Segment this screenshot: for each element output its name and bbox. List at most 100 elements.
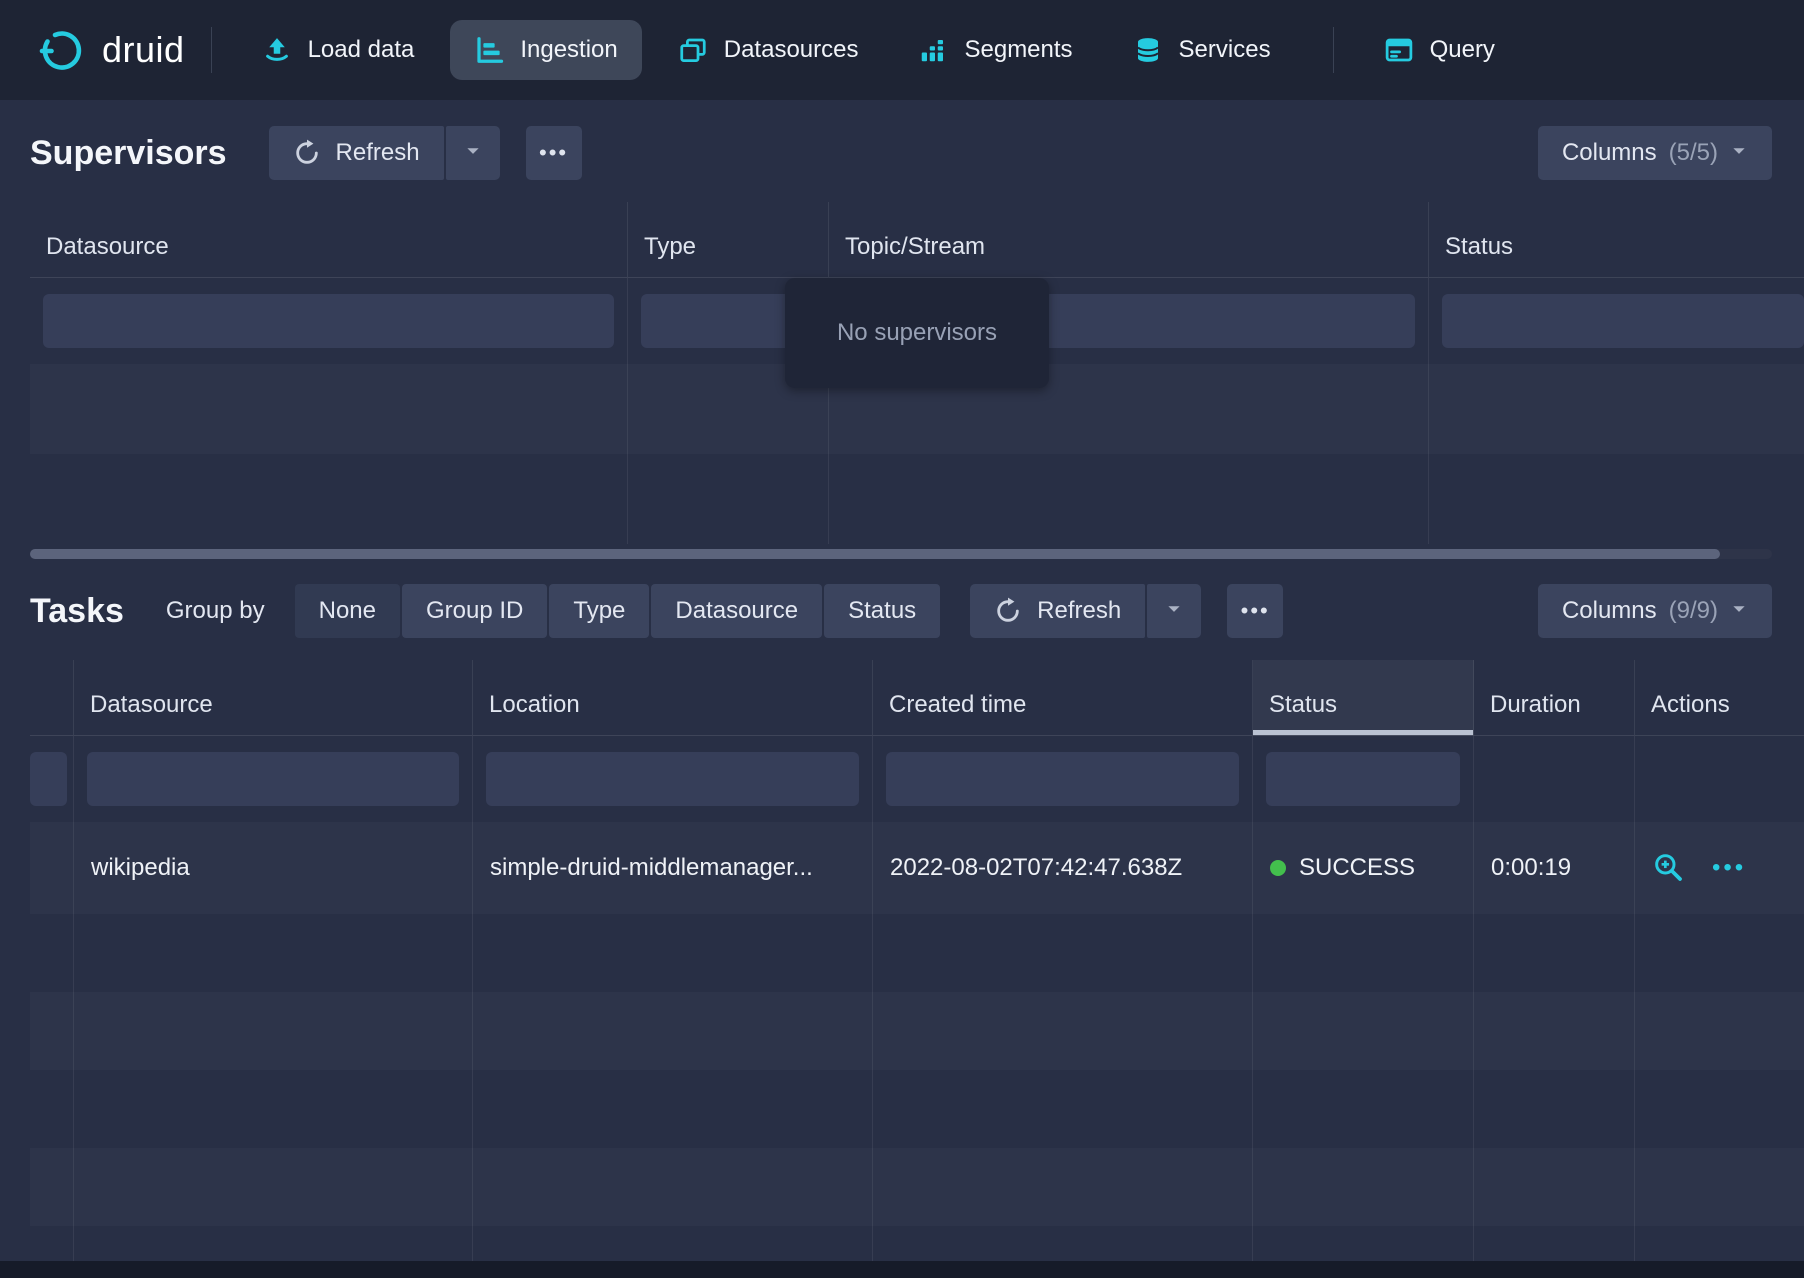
refresh-icon bbox=[994, 597, 1022, 625]
nav-ingestion[interactable]: Ingestion bbox=[450, 20, 641, 80]
nav-query[interactable]: Query bbox=[1360, 20, 1519, 80]
nav-label: Query bbox=[1430, 36, 1495, 64]
tasks-columns-button[interactable]: Columns (9/9) bbox=[1538, 584, 1772, 638]
filter-cell bbox=[30, 736, 74, 822]
filter-cell bbox=[1635, 736, 1804, 822]
magnifier-plus-icon bbox=[1652, 851, 1684, 886]
supervisors-section: Supervisors Refresh • bbox=[0, 100, 1804, 559]
column-header-created-time[interactable]: Created time bbox=[873, 660, 1253, 736]
empty-cell bbox=[829, 454, 1429, 544]
status-filter-input[interactable] bbox=[1266, 752, 1460, 806]
status-text: SUCCESS bbox=[1299, 854, 1415, 882]
status-cell: SUCCESS bbox=[1253, 822, 1474, 914]
empty-cell bbox=[873, 992, 1253, 1070]
navbar-divider bbox=[1333, 27, 1334, 73]
column-header-location[interactable]: Location bbox=[473, 660, 873, 736]
ingestion-chart-icon bbox=[474, 35, 504, 65]
filter-cell bbox=[74, 736, 473, 822]
tasks-refresh-group: Refresh bbox=[970, 584, 1201, 638]
column-header-topic-stream[interactable]: Topic/Stream bbox=[829, 202, 1429, 278]
top-navbar: druid Load data Ingestion bbox=[0, 0, 1804, 100]
status-filter-input[interactable] bbox=[1442, 294, 1804, 348]
group-by-segmented-control: None Group ID Type Datasource Status bbox=[295, 584, 941, 638]
location-filter-input[interactable] bbox=[486, 752, 859, 806]
tasks-refresh-caret-button[interactable] bbox=[1147, 584, 1201, 638]
empty-cell bbox=[873, 1148, 1253, 1226]
empty-cell bbox=[30, 1148, 74, 1226]
nav-services[interactable]: Services bbox=[1109, 20, 1295, 80]
empty-cell bbox=[1635, 1070, 1804, 1148]
columns-count: (9/9) bbox=[1669, 597, 1718, 625]
druid-home-link[interactable]: druid bbox=[38, 26, 185, 74]
datasource-filter-input[interactable] bbox=[43, 294, 614, 348]
tasks-toolbar: Tasks Group by None Group ID Type Dataso… bbox=[0, 562, 1804, 660]
supervisors-title: Supervisors bbox=[30, 134, 227, 173]
tasks-refresh-button[interactable]: Refresh bbox=[970, 584, 1145, 638]
column-header-datasource[interactable]: Datasource bbox=[30, 202, 628, 278]
nav-segments[interactable]: Segments bbox=[894, 20, 1096, 80]
created-time-cell: 2022-08-02T07:42:47.638Z bbox=[873, 822, 1253, 914]
row-handle-cell bbox=[30, 822, 74, 914]
filter-cell bbox=[1429, 278, 1804, 364]
task-detail-button[interactable] bbox=[1652, 851, 1684, 886]
group-by-status-button[interactable]: Status bbox=[824, 584, 940, 638]
supervisors-more-button[interactable]: ••• bbox=[526, 126, 582, 180]
tasks-table: Datasource Location Created time Status … bbox=[30, 660, 1804, 1278]
nav-label: Datasources bbox=[724, 36, 859, 64]
column-header-duration[interactable]: Duration bbox=[1474, 660, 1635, 736]
group-by-none-button[interactable]: None bbox=[295, 584, 400, 638]
druid-console: druid Load data Ingestion bbox=[0, 0, 1804, 1278]
chevron-down-icon bbox=[1165, 597, 1183, 625]
empty-table-row bbox=[30, 992, 1804, 1070]
column-header-datasource[interactable]: Datasource bbox=[74, 660, 473, 736]
group-by-type-button[interactable]: Type bbox=[549, 584, 649, 638]
datasource-filter-input[interactable] bbox=[87, 752, 459, 806]
supervisors-refresh-caret-button[interactable] bbox=[446, 126, 500, 180]
brand-name: druid bbox=[102, 29, 185, 71]
refresh-icon bbox=[293, 139, 321, 167]
empty-table-row bbox=[30, 1070, 1804, 1148]
tasks-header-row: Datasource Location Created time Status … bbox=[30, 660, 1804, 736]
empty-table-row bbox=[30, 1148, 1804, 1226]
column-header-status[interactable]: Status bbox=[1429, 202, 1804, 278]
nav-label: Load data bbox=[308, 36, 415, 64]
task-row-wikipedia[interactable]: wikipedia simple-druid-middlemanager... … bbox=[30, 822, 1804, 914]
location-cell: simple-druid-middlemanager... bbox=[473, 822, 873, 914]
duration-cell: 0:00:19 bbox=[1474, 822, 1635, 914]
filter-cell bbox=[30, 278, 628, 364]
filter-cell bbox=[1253, 736, 1474, 822]
empty-cell bbox=[473, 1148, 873, 1226]
tasks-more-button[interactable]: ••• bbox=[1227, 584, 1283, 638]
datasources-layers-icon bbox=[678, 35, 708, 65]
empty-cell bbox=[473, 992, 873, 1070]
chevron-down-icon bbox=[1730, 139, 1748, 167]
supervisors-refresh-button[interactable]: Refresh bbox=[269, 126, 444, 180]
empty-cell bbox=[30, 454, 628, 544]
row-id-filter-input[interactable] bbox=[30, 752, 67, 806]
created-time-filter-input[interactable] bbox=[886, 752, 1239, 806]
group-by-datasource-button[interactable]: Datasource bbox=[651, 584, 822, 638]
bottom-horizontal-scrollbar[interactable] bbox=[0, 1261, 1804, 1278]
empty-cell bbox=[1474, 1070, 1635, 1148]
nav-load-data[interactable]: Load data bbox=[238, 20, 439, 80]
empty-cell bbox=[1474, 1148, 1635, 1226]
empty-cell bbox=[1253, 1070, 1474, 1148]
empty-cell bbox=[628, 454, 829, 544]
scrollbar-thumb[interactable] bbox=[30, 549, 1720, 559]
druid-logo-icon bbox=[38, 26, 86, 74]
supervisors-toolbar: Supervisors Refresh • bbox=[0, 100, 1804, 202]
empty-cell bbox=[1474, 914, 1635, 992]
task-actions-menu-button[interactable]: ••• bbox=[1712, 854, 1746, 882]
nav-datasources[interactable]: Datasources bbox=[654, 20, 883, 80]
column-header-actions[interactable]: Actions bbox=[1635, 660, 1804, 736]
filter-cell bbox=[473, 736, 873, 822]
group-by-group-id-button[interactable]: Group ID bbox=[402, 584, 547, 638]
column-header-status[interactable]: Status bbox=[1253, 660, 1474, 736]
empty-cell bbox=[74, 992, 473, 1070]
supervisors-refresh-group: Refresh bbox=[269, 126, 500, 180]
empty-cell bbox=[1429, 454, 1804, 544]
column-header-type[interactable]: Type bbox=[628, 202, 829, 278]
horizontal-scrollbar[interactable] bbox=[30, 549, 1772, 559]
empty-cell bbox=[473, 914, 873, 992]
supervisors-columns-button[interactable]: Columns (5/5) bbox=[1538, 126, 1772, 180]
